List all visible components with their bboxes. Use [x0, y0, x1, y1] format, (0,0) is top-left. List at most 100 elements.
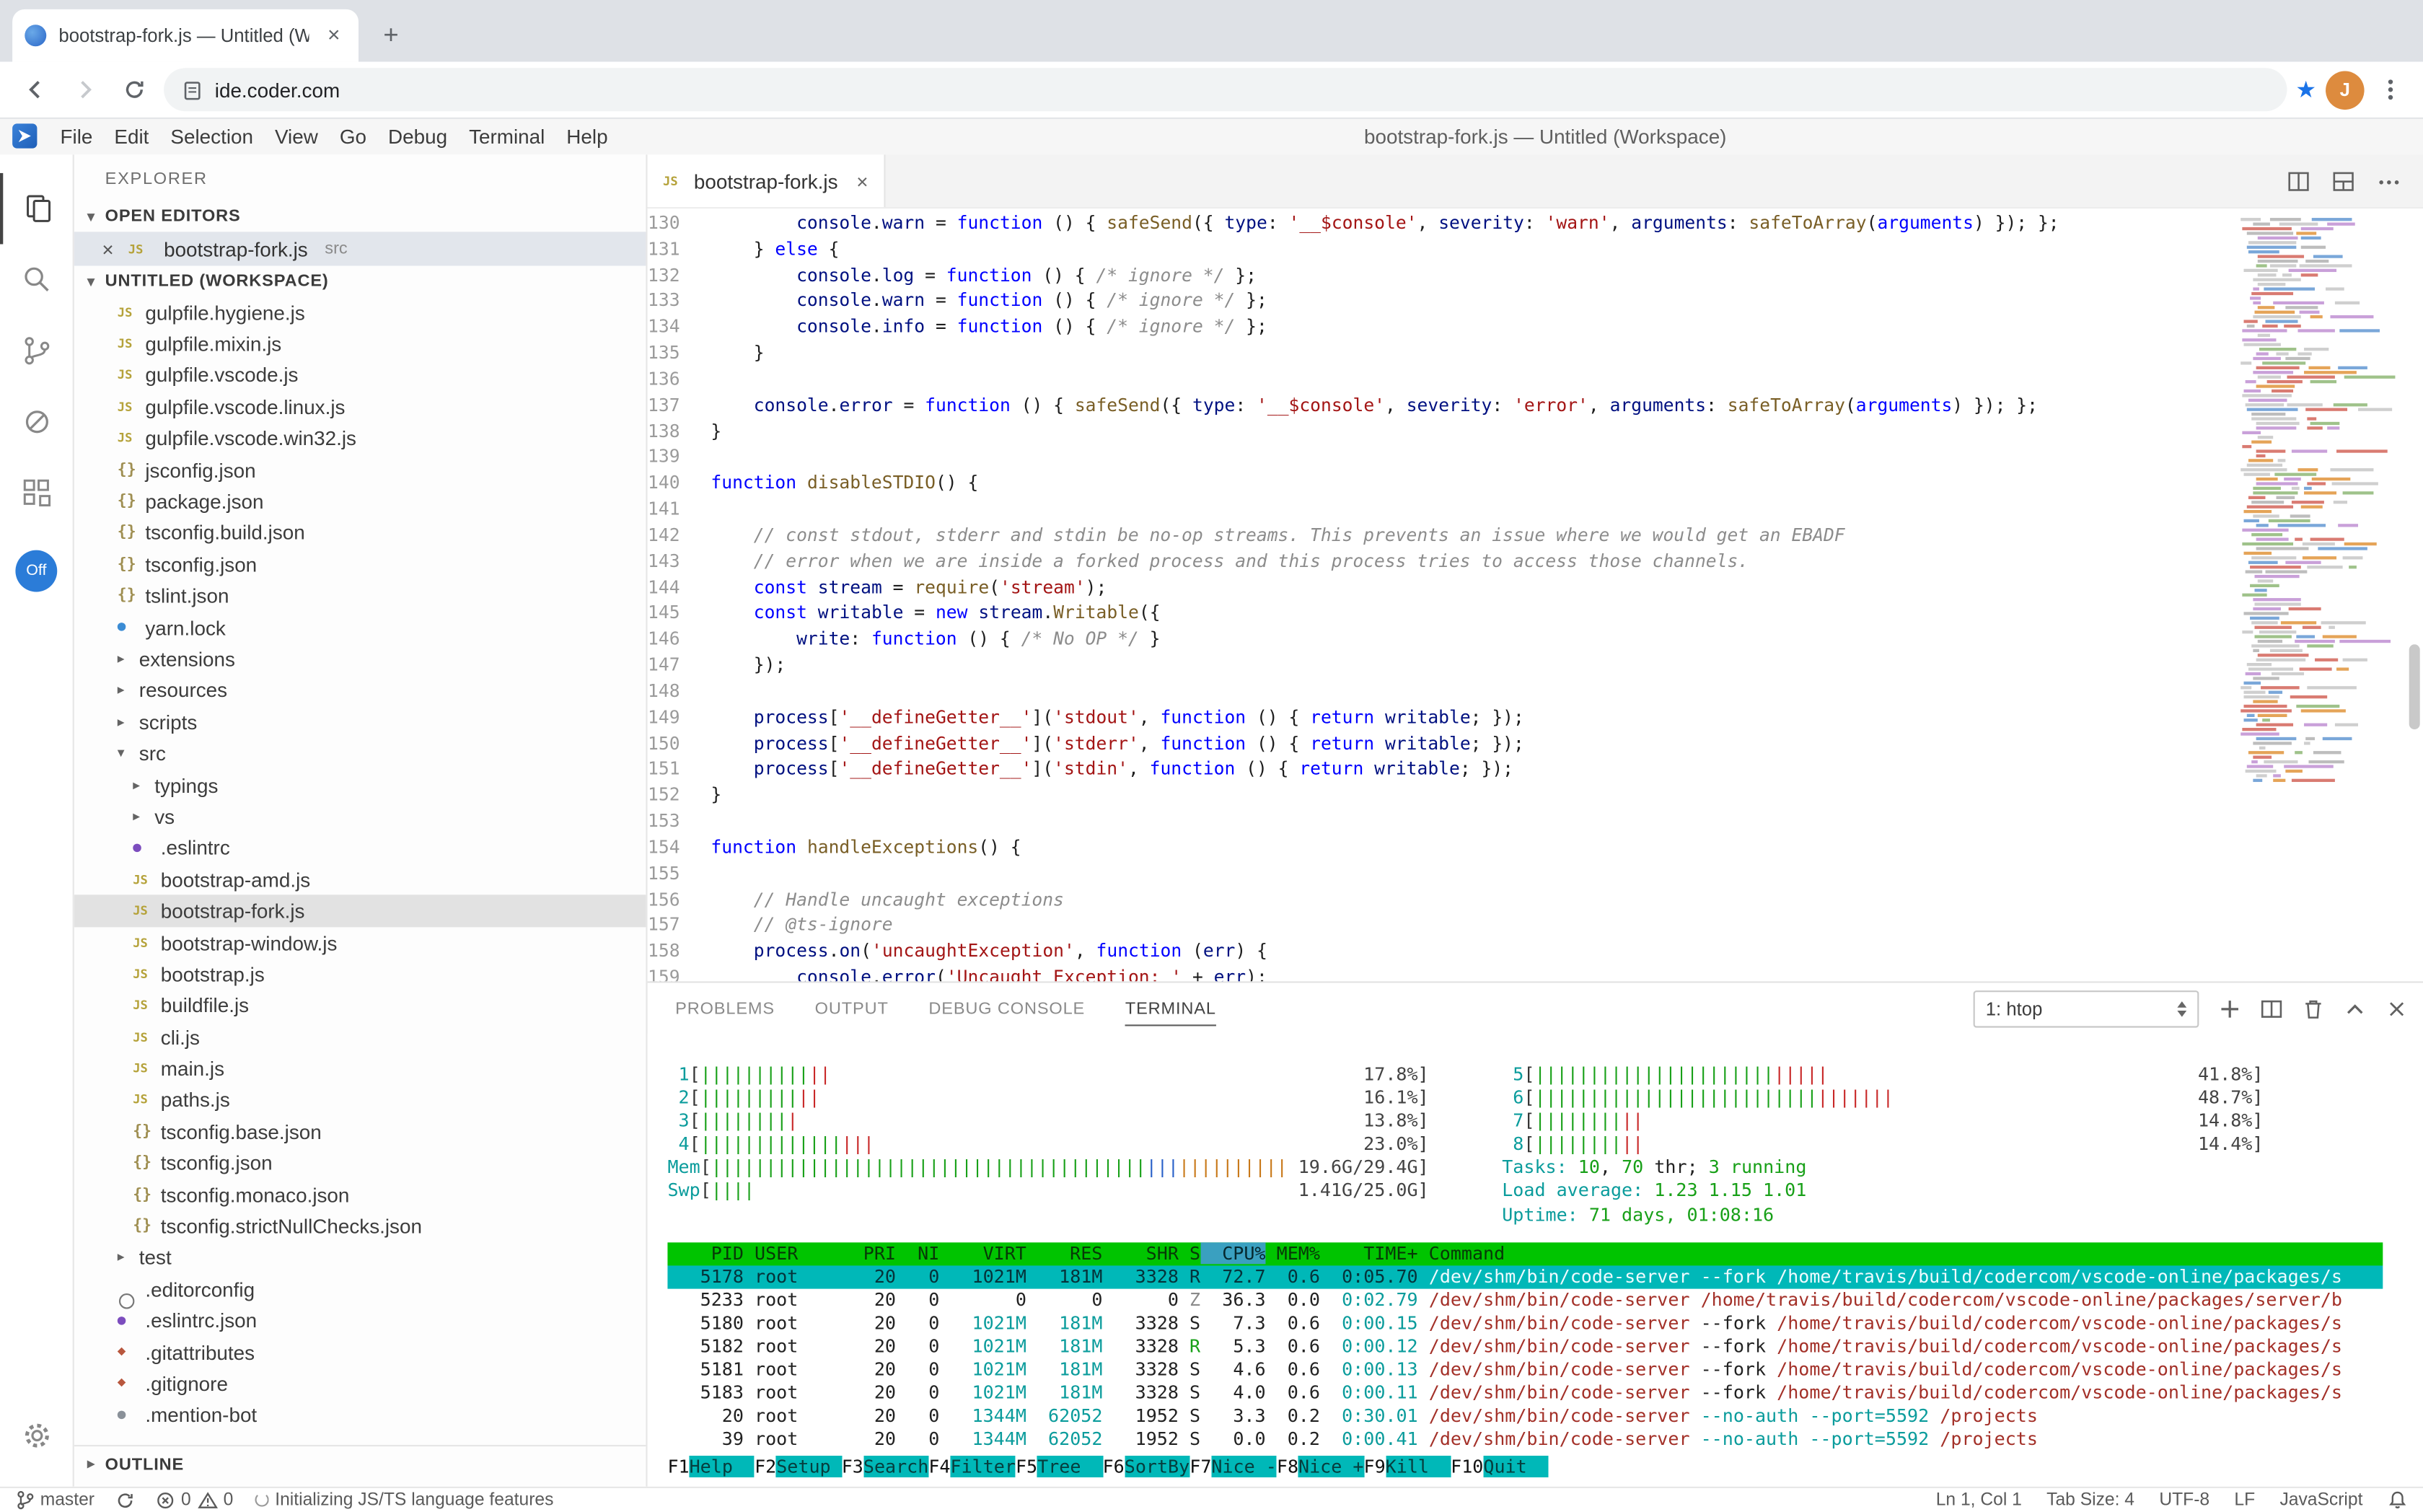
fkey-F8[interactable]: F8: [1277, 1456, 1298, 1477]
settings-gear-icon[interactable]: [0, 1400, 74, 1472]
status-badge[interactable]: Off: [15, 550, 57, 592]
tree-item-tslint.json[interactable]: {}tslint.json: [74, 580, 646, 612]
tree-item-main.js[interactable]: JSmain.js: [74, 1053, 646, 1085]
process-row-20[interactable]: 20 root 20 0 1344M 62052 1952 S 3.3 0.2 …: [667, 1405, 2383, 1428]
explorer-icon[interactable]: [0, 173, 74, 245]
search-icon[interactable]: [0, 244, 74, 315]
section-workspace[interactable]: ▾ UNTITLED (WORKSPACE): [74, 265, 646, 296]
menu-terminal[interactable]: Terminal: [458, 124, 555, 147]
more-actions-icon[interactable]: [2377, 170, 2401, 193]
menu-go[interactable]: Go: [329, 124, 377, 147]
fkey-F5[interactable]: F5: [1016, 1456, 1037, 1477]
branch-indicator[interactable]: master: [15, 1490, 94, 1510]
tree-item-bootstrap-window.js[interactable]: JSbootstrap-window.js: [74, 927, 646, 959]
fkey-F3[interactable]: F3: [842, 1456, 863, 1477]
open-editor-item[interactable]: × JS bootstrap-fork.js src: [74, 232, 646, 265]
htop-table-header[interactable]: PID USER PRI NI VIRT RES SHR S CPU% MEM%…: [667, 1242, 2383, 1265]
menu-help[interactable]: Help: [555, 124, 618, 147]
tree-item-tsconfig.json[interactable]: {}tsconfig.json: [74, 549, 646, 581]
tree-item-.mention-bot[interactable]: ●.mention-bot: [74, 1399, 646, 1431]
panel-tab-problems[interactable]: PROBLEMS: [675, 990, 775, 1026]
tree-item-paths.js[interactable]: JSpaths.js: [74, 1084, 646, 1116]
maximize-panel-icon[interactable]: [2344, 998, 2366, 1019]
avatar[interactable]: J: [2326, 70, 2365, 109]
terminal-select[interactable]: 1: htop: [1974, 990, 2199, 1027]
process-row-39[interactable]: 39 root 20 0 1344M 62052 1952 S 0.0 0.2 …: [667, 1428, 2383, 1451]
kill-terminal-icon[interactable]: [2303, 998, 2324, 1019]
fkey-F9[interactable]: F9: [1364, 1456, 1386, 1477]
tree-item-tsconfig.base.json[interactable]: {}tsconfig.base.json: [74, 1116, 646, 1148]
menu-edit[interactable]: Edit: [103, 124, 159, 147]
editor-tab-bootstrap-fork[interactable]: JS bootstrap-fork.js ×: [648, 154, 885, 207]
tree-item-.eslintrc.json[interactable]: ●.eslintrc.json: [74, 1305, 646, 1337]
tree-item-gulpfile.hygiene.js[interactable]: JSgulpfile.hygiene.js: [74, 296, 646, 328]
tree-item-yarn.lock[interactable]: ●yarn.lock: [74, 612, 646, 643]
notifications-bell-icon[interactable]: [2388, 1490, 2408, 1510]
menu-view[interactable]: View: [264, 124, 329, 147]
menu-debug[interactable]: Debug: [377, 124, 458, 147]
close-icon[interactable]: ×: [102, 237, 120, 260]
process-row-5180[interactable]: 5180 root 20 0 1021M 181M 3328 S 7.3 0.6…: [667, 1312, 2383, 1335]
editor-layout-icon[interactable]: [2332, 170, 2355, 193]
browser-tab[interactable]: bootstrap-fork.js — Untitled (W ×: [12, 9, 359, 62]
process-row-5183[interactable]: 5183 root 20 0 1021M 181M 3328 S 4.0 0.6…: [667, 1382, 2383, 1405]
tree-item-.editorconfig[interactable]: .editorconfig: [74, 1273, 646, 1305]
tree-item-jsconfig.json[interactable]: {}jsconfig.json: [74, 454, 646, 486]
tree-item-bootstrap-amd.js[interactable]: JSbootstrap-amd.js: [74, 864, 646, 896]
tree-item-bootstrap-fork.js[interactable]: JSbootstrap-fork.js: [74, 895, 646, 927]
close-panel-icon[interactable]: [2386, 998, 2408, 1019]
split-terminal-icon[interactable]: [2261, 998, 2282, 1019]
problems-indicator[interactable]: 0 0: [157, 1490, 234, 1509]
tree-item-package.json[interactable]: {}package.json: [74, 485, 646, 517]
panel-tab-terminal[interactable]: TERMINAL: [1125, 990, 1216, 1026]
tree-item-gulpfile.mixin.js[interactable]: JSgulpfile.mixin.js: [74, 328, 646, 360]
debug-icon[interactable]: [0, 387, 74, 458]
minimap[interactable]: [2238, 218, 2398, 783]
panel-tab-output[interactable]: OUTPUT: [815, 990, 889, 1026]
menu-file[interactable]: File: [50, 124, 104, 147]
fkey-F1[interactable]: F1: [667, 1456, 689, 1477]
language-mode[interactable]: JavaScript: [2279, 1490, 2362, 1509]
tree-item-.eslintrc[interactable]: ●.eslintrc: [74, 832, 646, 864]
section-open-editors[interactable]: ▾ OPEN EDITORS: [74, 201, 646, 232]
process-row-5178[interactable]: 5178 root 20 0 1021M 181M 3328 R 72.7 0.…: [667, 1265, 2383, 1288]
editor-scrollbar[interactable]: [2409, 644, 2420, 729]
browser-menu-icon[interactable]: [2373, 77, 2407, 102]
tree-item-buildfile.js[interactable]: JSbuildfile.js: [74, 990, 646, 1021]
reload-icon[interactable]: [115, 69, 155, 110]
tree-item-cli.js[interactable]: JScli.js: [74, 1021, 646, 1053]
sync-icon[interactable]: [116, 1490, 135, 1509]
fkey-F2[interactable]: F2: [755, 1456, 776, 1477]
bookmark-star-icon[interactable]: ★: [2295, 76, 2316, 104]
tree-item-gulpfile.vscode.linux.js[interactable]: JSgulpfile.vscode.linux.js: [74, 391, 646, 423]
tree-item-gulpfile.vscode.js[interactable]: JSgulpfile.vscode.js: [74, 360, 646, 392]
section-outline[interactable]: ▸ OUTLINE: [74, 1445, 646, 1487]
tree-item-.gitattributes[interactable]: ◆.gitattributes: [74, 1337, 646, 1368]
tree-item-tsconfig.json[interactable]: {}tsconfig.json: [74, 1148, 646, 1179]
forward-icon[interactable]: [65, 69, 105, 110]
tree-item-tsconfig.strictNullChecks.json[interactable]: {}tsconfig.strictNullChecks.json: [74, 1210, 646, 1242]
extensions-icon[interactable]: [0, 457, 74, 529]
tab-close-icon[interactable]: ×: [322, 23, 346, 48]
tree-item-gulpfile.vscode.win32.js[interactable]: JSgulpfile.vscode.win32.js: [74, 423, 646, 454]
tree-item-resources[interactable]: ▸resources: [74, 674, 646, 706]
split-editor-icon[interactable]: [2287, 170, 2310, 193]
new-terminal-icon[interactable]: [2219, 998, 2240, 1019]
fkey-F7[interactable]: F7: [1189, 1456, 1211, 1477]
fkey-F4[interactable]: F4: [928, 1456, 950, 1477]
tree-item-.gitignore[interactable]: ◆.gitignore: [74, 1368, 646, 1399]
menu-selection[interactable]: Selection: [159, 124, 264, 147]
fkey-F10[interactable]: F10: [1451, 1456, 1483, 1477]
process-row-5182[interactable]: 5182 root 20 0 1021M 181M 3328 R 5.3 0.6…: [667, 1335, 2383, 1358]
tree-item-scripts[interactable]: ▸scripts: [74, 706, 646, 738]
process-row-5233[interactable]: 5233 root 20 0 0 0 0 Z 36.3 0.0 0:02.79 …: [667, 1288, 2383, 1311]
terminal[interactable]: 1[||||||||||||17.8%] 2[|||||||||||16.1%]…: [648, 1034, 2423, 1486]
tree-item-bootstrap.js[interactable]: JSbootstrap.js: [74, 959, 646, 990]
cursor-position[interactable]: Ln 1, Col 1: [1936, 1490, 2022, 1509]
tree-item-test[interactable]: ▸test: [74, 1242, 646, 1274]
tree-item-tsconfig.monaco.json[interactable]: {}tsconfig.monaco.json: [74, 1179, 646, 1210]
tree-item-typings[interactable]: ▸typings: [74, 770, 646, 801]
new-tab-button[interactable]: +: [371, 15, 411, 56]
back-icon[interactable]: [15, 69, 56, 110]
code-editor[interactable]: 130 console.warn = function () { safeSen…: [648, 208, 2423, 981]
